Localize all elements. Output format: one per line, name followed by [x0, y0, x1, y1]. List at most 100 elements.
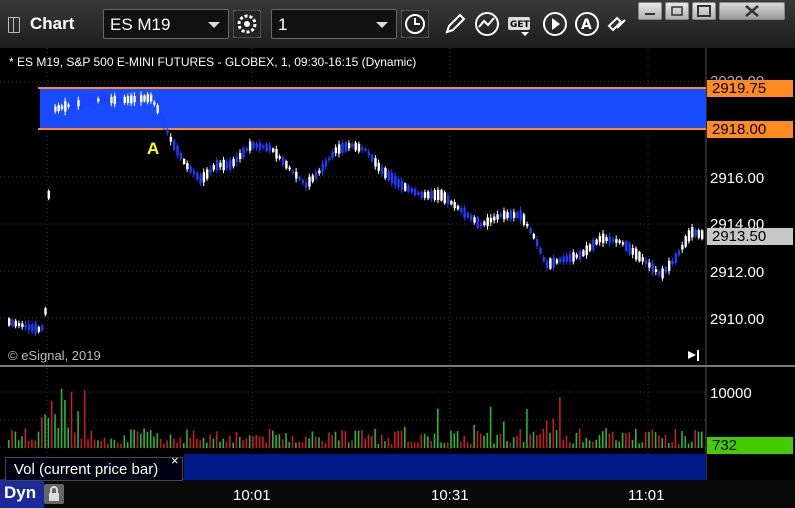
candle-body [288, 167, 291, 170]
candle-body [295, 171, 298, 179]
volume-bar [552, 418, 555, 448]
volume-bar [463, 435, 465, 448]
volume-bar [44, 414, 46, 448]
volume-bar [691, 441, 693, 448]
candle-body [466, 212, 470, 218]
volume-bar [239, 436, 241, 448]
volume-bar [479, 433, 482, 448]
candle-body [163, 117, 166, 129]
volume-study-label[interactable]: Vol (current price bar) [5, 457, 183, 481]
restore-button[interactable] [665, 2, 689, 20]
volume-bar [272, 430, 274, 448]
candle-body [572, 252, 575, 262]
candle-body [562, 256, 565, 263]
volume-bar [324, 442, 327, 448]
symbol-combo[interactable]: ES M19 [103, 9, 229, 39]
volume-bar [417, 442, 419, 448]
candle-body [44, 308, 47, 315]
chart-window-icon [8, 17, 20, 33]
close-button[interactable] [719, 2, 785, 20]
chart-canvas[interactable] [0, 48, 795, 508]
candle-body [635, 248, 638, 260]
dynamic-mode-label[interactable]: Dyn [4, 483, 36, 503]
annotation-marker[interactable]: A [147, 139, 159, 159]
volume-bar [285, 433, 287, 448]
candle-body [130, 95, 133, 104]
candle-body [331, 151, 334, 159]
volume-bar [245, 438, 248, 448]
play-icon[interactable] [541, 10, 569, 38]
volume-bar [156, 433, 159, 448]
volume-bar [67, 427, 69, 448]
candle-body [450, 201, 453, 205]
candle-body [248, 141, 252, 151]
volume-bar [169, 434, 172, 448]
app-title: Chart [30, 14, 75, 33]
candle-body [390, 172, 394, 184]
price-highlight-band[interactable] [40, 88, 706, 129]
get-data-icon[interactable]: GET [507, 10, 535, 38]
clock-icon[interactable] [401, 10, 429, 38]
candle-body [420, 191, 423, 199]
volume-bar [97, 440, 99, 448]
study-curve-icon[interactable] [473, 10, 501, 38]
candle-body [437, 189, 440, 201]
candle-body [651, 263, 654, 273]
volume-bar [130, 429, 132, 448]
volume-bar [176, 442, 178, 448]
volume-bar [159, 438, 162, 448]
candle-body [239, 152, 242, 160]
volume-bar [387, 437, 390, 448]
pencil-icon[interactable] [441, 10, 469, 38]
volume-bar [549, 432, 551, 448]
candle-body [509, 210, 512, 220]
volume-bar [559, 397, 561, 448]
candle-body [479, 223, 483, 227]
candle-body [27, 323, 31, 330]
candle-body [272, 148, 275, 152]
volume-bar [512, 437, 515, 448]
volume-bar [585, 437, 588, 448]
close-icon[interactable]: × [171, 453, 179, 468]
volume-bar [361, 430, 363, 448]
candle-body [14, 320, 17, 327]
volume-bar [569, 442, 571, 448]
candle-body [156, 105, 159, 114]
volume-bar [136, 431, 139, 448]
volume-bar [143, 428, 145, 448]
volume-bar [235, 431, 238, 448]
volume-bar [598, 434, 601, 448]
candle-body [611, 239, 615, 242]
candle-body [17, 323, 21, 326]
gear-icon[interactable] [233, 10, 261, 38]
time-axis-label: 10:01 [233, 487, 271, 504]
chevron-down-icon[interactable] [376, 22, 388, 28]
candle-body [486, 217, 489, 227]
volume-bar [681, 431, 683, 448]
volume-bar [595, 439, 597, 448]
volume-bar [295, 442, 297, 448]
candle-body [691, 227, 694, 238]
volume-bar [582, 442, 584, 448]
volume-bar [57, 427, 60, 448]
volume-bar [229, 435, 231, 448]
candle-body [674, 253, 677, 264]
maximize-icon [697, 5, 711, 17]
lock-icon[interactable] [44, 484, 64, 504]
candle-body [318, 170, 321, 174]
volume-bar [258, 436, 261, 448]
minimize-button[interactable] [638, 2, 662, 20]
candle-body [582, 250, 585, 257]
volume-bar [255, 434, 258, 448]
candle-body [281, 157, 285, 165]
candle-body [668, 260, 671, 272]
maximize-button[interactable] [692, 2, 716, 20]
volume-bar [166, 440, 168, 448]
volume-bar [17, 440, 20, 448]
alert-icon[interactable]: A [573, 10, 601, 38]
link-icon[interactable] [604, 10, 632, 38]
candle-body [483, 221, 486, 226]
candle-body [542, 257, 545, 261]
chevron-down-icon[interactable] [208, 22, 220, 28]
interval-combo[interactable]: 1 [271, 9, 397, 39]
